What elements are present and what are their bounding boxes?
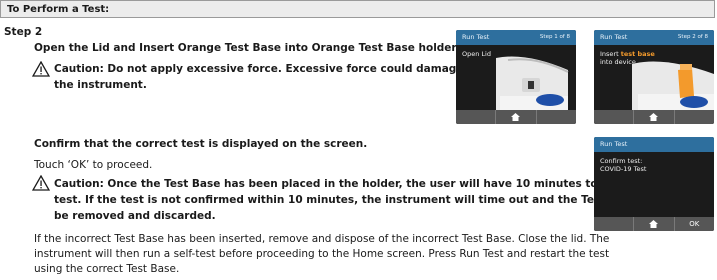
screen-title-bar: Run Test bbox=[594, 137, 714, 152]
footer-left-cell bbox=[594, 110, 635, 124]
screen-message-part2: into device. bbox=[600, 58, 638, 66]
screen-message: Open Lid bbox=[462, 50, 491, 58]
confirm-test-name: COVID-19 Test bbox=[600, 165, 647, 173]
warning-triangle-icon bbox=[32, 175, 50, 191]
screen-step: Step 2 of 8 bbox=[677, 34, 708, 40]
home-icon bbox=[511, 113, 521, 121]
touch-ok-text: Touch ‘OK’ to proceed. bbox=[34, 159, 153, 171]
incorrect-base-para-line3: using the correct Test Base. bbox=[34, 263, 180, 275]
screen-footer bbox=[594, 110, 714, 124]
warning-triangle-icon bbox=[32, 61, 50, 77]
screen-title: Run Test bbox=[462, 33, 490, 41]
caution-force-line1: Caution: Do not apply excessive force. E… bbox=[54, 63, 464, 75]
screen-message-part1: Insert bbox=[600, 50, 621, 58]
footer-right-cell bbox=[537, 110, 576, 124]
caution-force-line2: the instrument. bbox=[54, 79, 147, 91]
screen-title-bar: Run Test Step 2 of 8 bbox=[594, 30, 714, 45]
screen-title: Run Test bbox=[600, 33, 628, 41]
incorrect-base-para-line2: instrument will then run a self-test bef… bbox=[34, 248, 610, 260]
home-button bbox=[496, 110, 537, 124]
footer-left-cell bbox=[456, 110, 497, 124]
confirm-test-heading: Confirm that the correct test is display… bbox=[34, 138, 368, 150]
footer-right-cell bbox=[675, 110, 714, 124]
screen-step: Step 1 of 8 bbox=[539, 34, 570, 40]
device-screen-insert-base: Run Test Step 2 of 8 Insert test base in… bbox=[594, 30, 714, 124]
screen-message-highlight: test base bbox=[620, 50, 655, 58]
caution-timeout-line1: Caution: Once the Test Base has been pla… bbox=[54, 178, 670, 190]
step-label: Step 2 bbox=[4, 26, 43, 38]
ok-button: OK bbox=[689, 220, 700, 228]
insert-base-instruction: Open the Lid and Insert Orange Test Base… bbox=[34, 42, 457, 54]
footer-left-cell bbox=[594, 217, 635, 231]
home-button bbox=[634, 110, 675, 124]
incorrect-base-para-line1: If the incorrect Test Base has been inse… bbox=[34, 233, 610, 245]
instruction-page: To Perform a Test: Step 2 Open the Lid a… bbox=[0, 0, 717, 280]
home-icon bbox=[649, 113, 659, 121]
home-icon bbox=[649, 220, 659, 228]
caution-timeout-line2: test. If the test is not confirmed withi… bbox=[54, 194, 671, 206]
screen-title-bar: Run Test Step 1 of 8 bbox=[456, 30, 576, 45]
caution-timeout-line3: be removed and discarded. bbox=[54, 210, 216, 222]
home-button bbox=[634, 217, 675, 231]
confirm-test-label: Confirm test: bbox=[600, 157, 643, 165]
screen-footer: OK bbox=[594, 217, 714, 231]
device-screen-confirm-test: Run Test Confirm test: COVID-19 Test OK bbox=[594, 137, 714, 231]
section-header: To Perform a Test: bbox=[0, 0, 715, 18]
screen-message: Insert test base into device. bbox=[600, 50, 655, 66]
screen-message: Confirm test: COVID-19 Test bbox=[600, 157, 646, 173]
device-screen-open-lid: Run Test Step 1 of 8 Open Lid bbox=[456, 30, 576, 124]
screen-title: Run Test bbox=[600, 140, 628, 148]
screen-footer bbox=[456, 110, 576, 124]
